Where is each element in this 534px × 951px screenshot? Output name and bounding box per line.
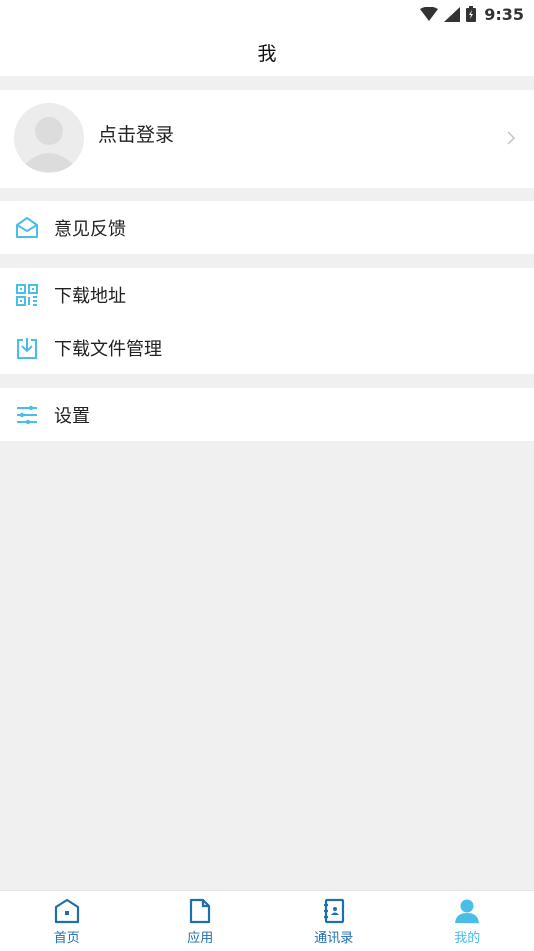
menu-group-feedback: 意见反馈	[0, 201, 534, 254]
nav-label-home: 首页	[54, 927, 80, 946]
bottom-nav: 首页 应用 通讯录	[0, 890, 534, 951]
nav-tab-apps[interactable]: 应用	[134, 891, 268, 951]
chevron-right-icon	[504, 129, 518, 147]
menu-label-download-address: 下载地址	[54, 282, 126, 308]
nav-label-contacts: 通讯录	[314, 927, 353, 946]
page-title: 我	[257, 39, 276, 66]
menu-item-settings[interactable]: 设置	[0, 388, 534, 441]
avatar[interactable]	[14, 103, 84, 173]
user-icon	[453, 897, 481, 925]
sliders-icon	[14, 402, 40, 428]
app-bar: 我	[0, 28, 534, 76]
menu-group-settings: 设置	[0, 388, 534, 441]
address-book-icon	[320, 897, 348, 925]
status-bar: 9:35	[0, 0, 534, 28]
menu-group-downloads: 下载地址 下载文件管理	[0, 268, 534, 374]
nav-tab-mine[interactable]: 我的	[401, 891, 534, 951]
download-icon	[14, 335, 40, 361]
menu-item-feedback[interactable]: 意见反馈	[0, 201, 534, 254]
envelope-icon	[14, 215, 40, 241]
qr-code-icon	[14, 282, 40, 308]
battery-icon	[466, 6, 476, 22]
menu-item-download-files[interactable]: 下载文件管理	[0, 321, 534, 374]
nav-label-mine: 我的	[454, 927, 480, 946]
menu-label-feedback: 意见反馈	[54, 215, 126, 241]
menu-item-download-address[interactable]: 下载地址	[0, 268, 534, 321]
signal-icon	[444, 7, 460, 22]
status-time: 9:35	[484, 5, 524, 24]
login-label[interactable]: 点击登录	[98, 90, 174, 188]
menu-label-download-files: 下载文件管理	[54, 335, 162, 361]
nav-tab-home[interactable]: 首页	[0, 891, 134, 951]
menu-label-settings: 设置	[54, 402, 90, 428]
home-icon	[53, 897, 81, 925]
document-icon	[186, 897, 214, 925]
wifi-icon	[420, 7, 438, 21]
nav-tab-contacts[interactable]: 通讯录	[267, 891, 401, 951]
nav-label-apps: 应用	[187, 927, 213, 946]
login-card[interactable]: 点击登录	[0, 90, 534, 188]
